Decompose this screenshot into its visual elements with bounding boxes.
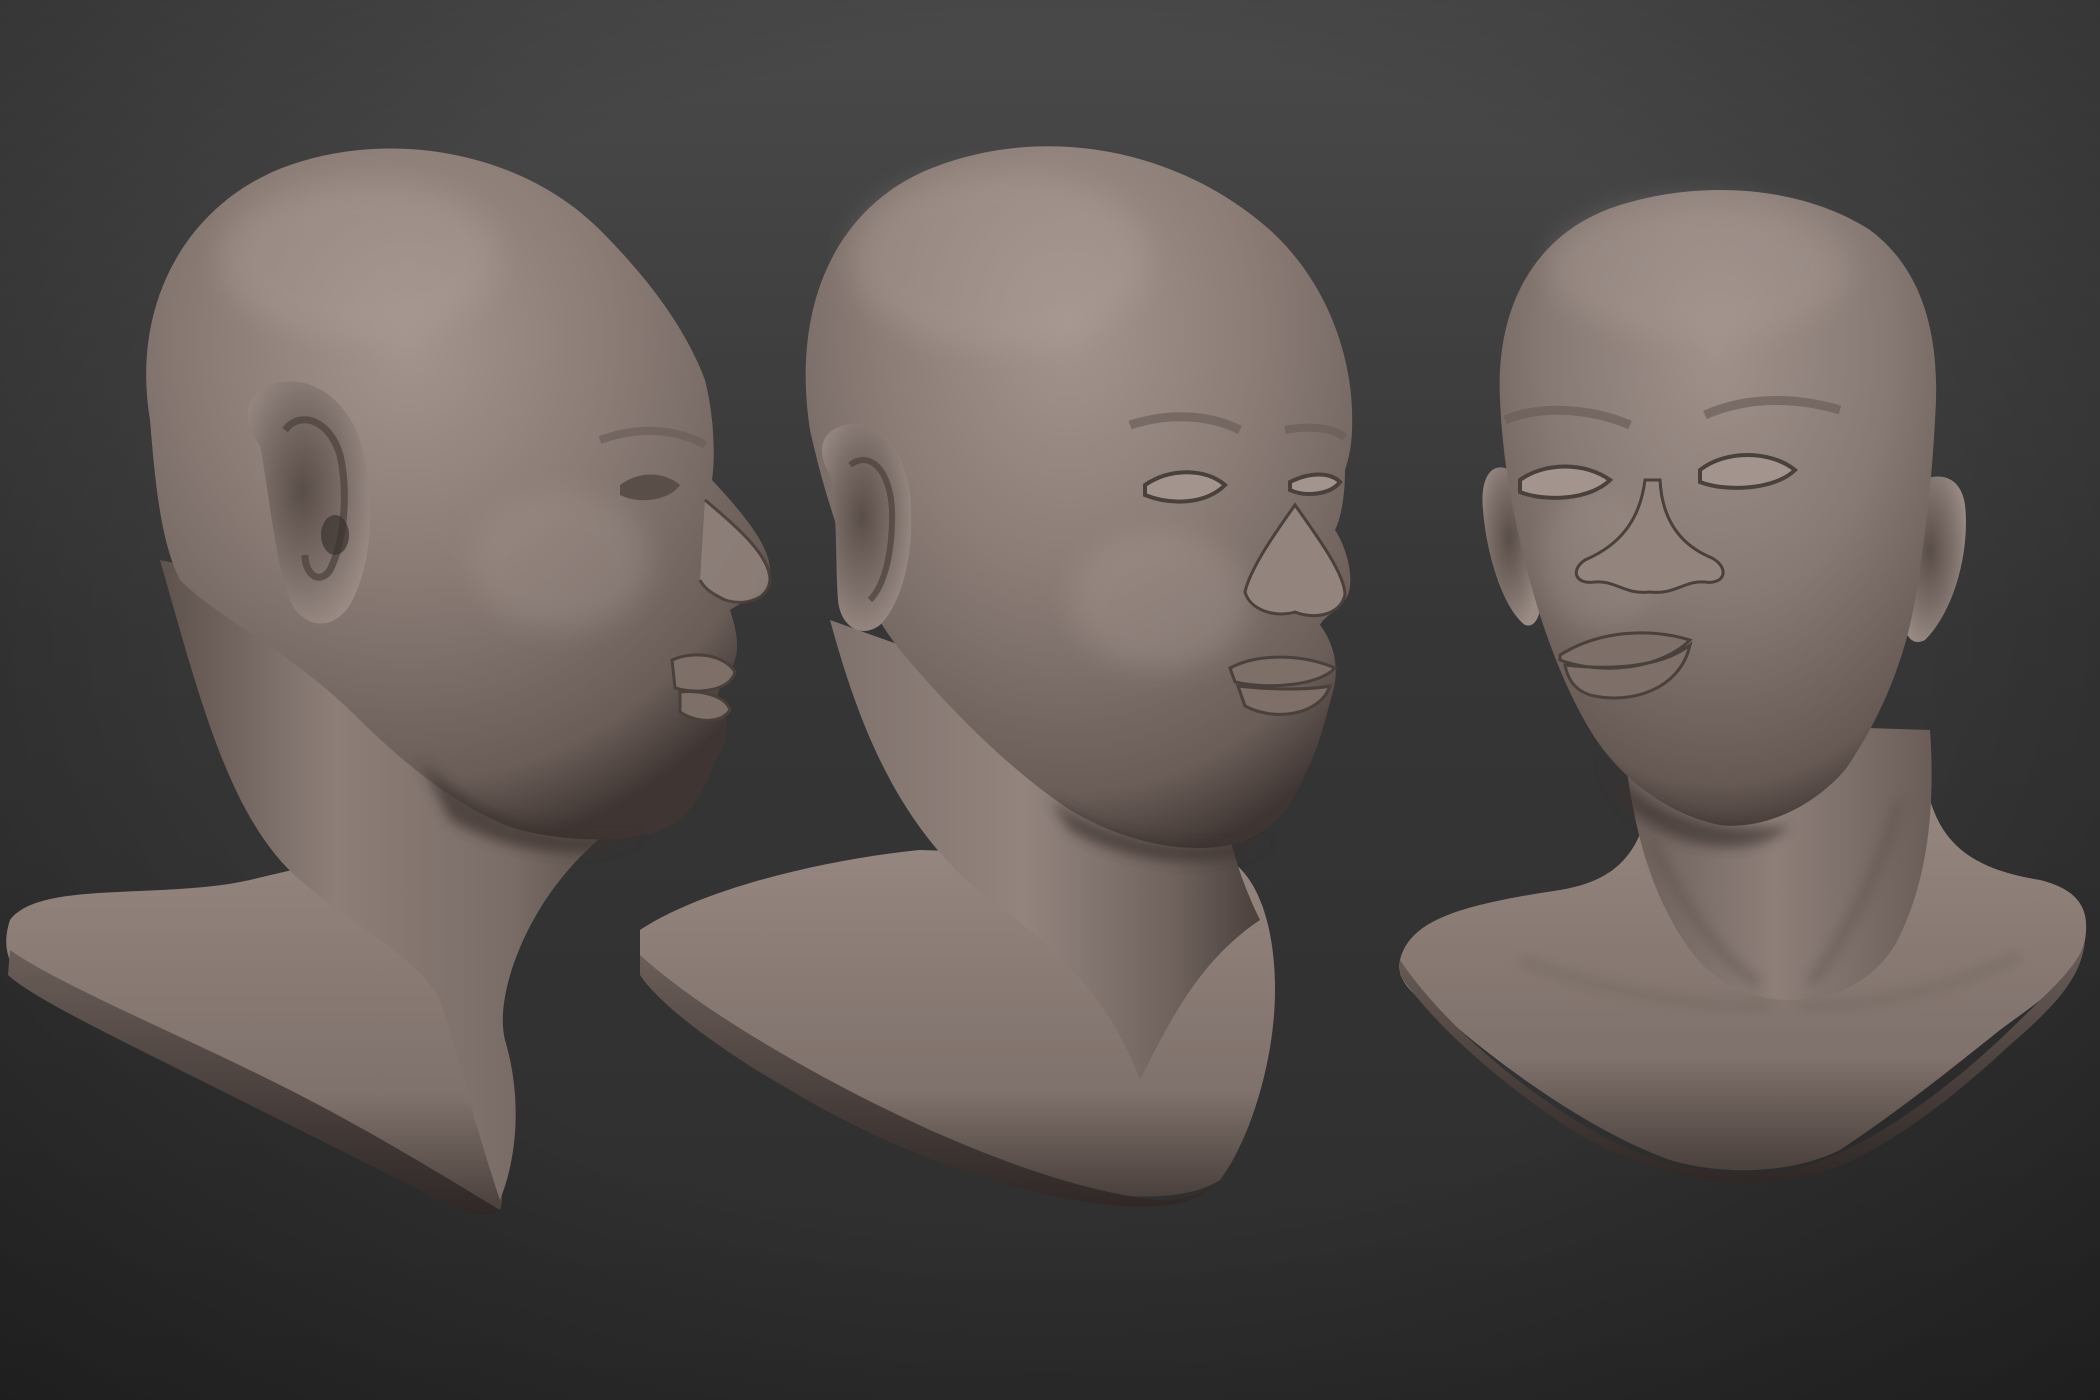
sculpt-render bbox=[0, 0, 2100, 1400]
bust-1-cheek-highlight bbox=[470, 490, 650, 630]
bust-2-crown-highlight bbox=[850, 170, 1150, 350]
bust-3-crown-highlight bbox=[1550, 200, 1850, 340]
bust-2-cheek-highlight bbox=[1070, 530, 1250, 670]
viewport bbox=[0, 0, 2100, 1400]
bust-1-crown-highlight bbox=[220, 180, 500, 340]
